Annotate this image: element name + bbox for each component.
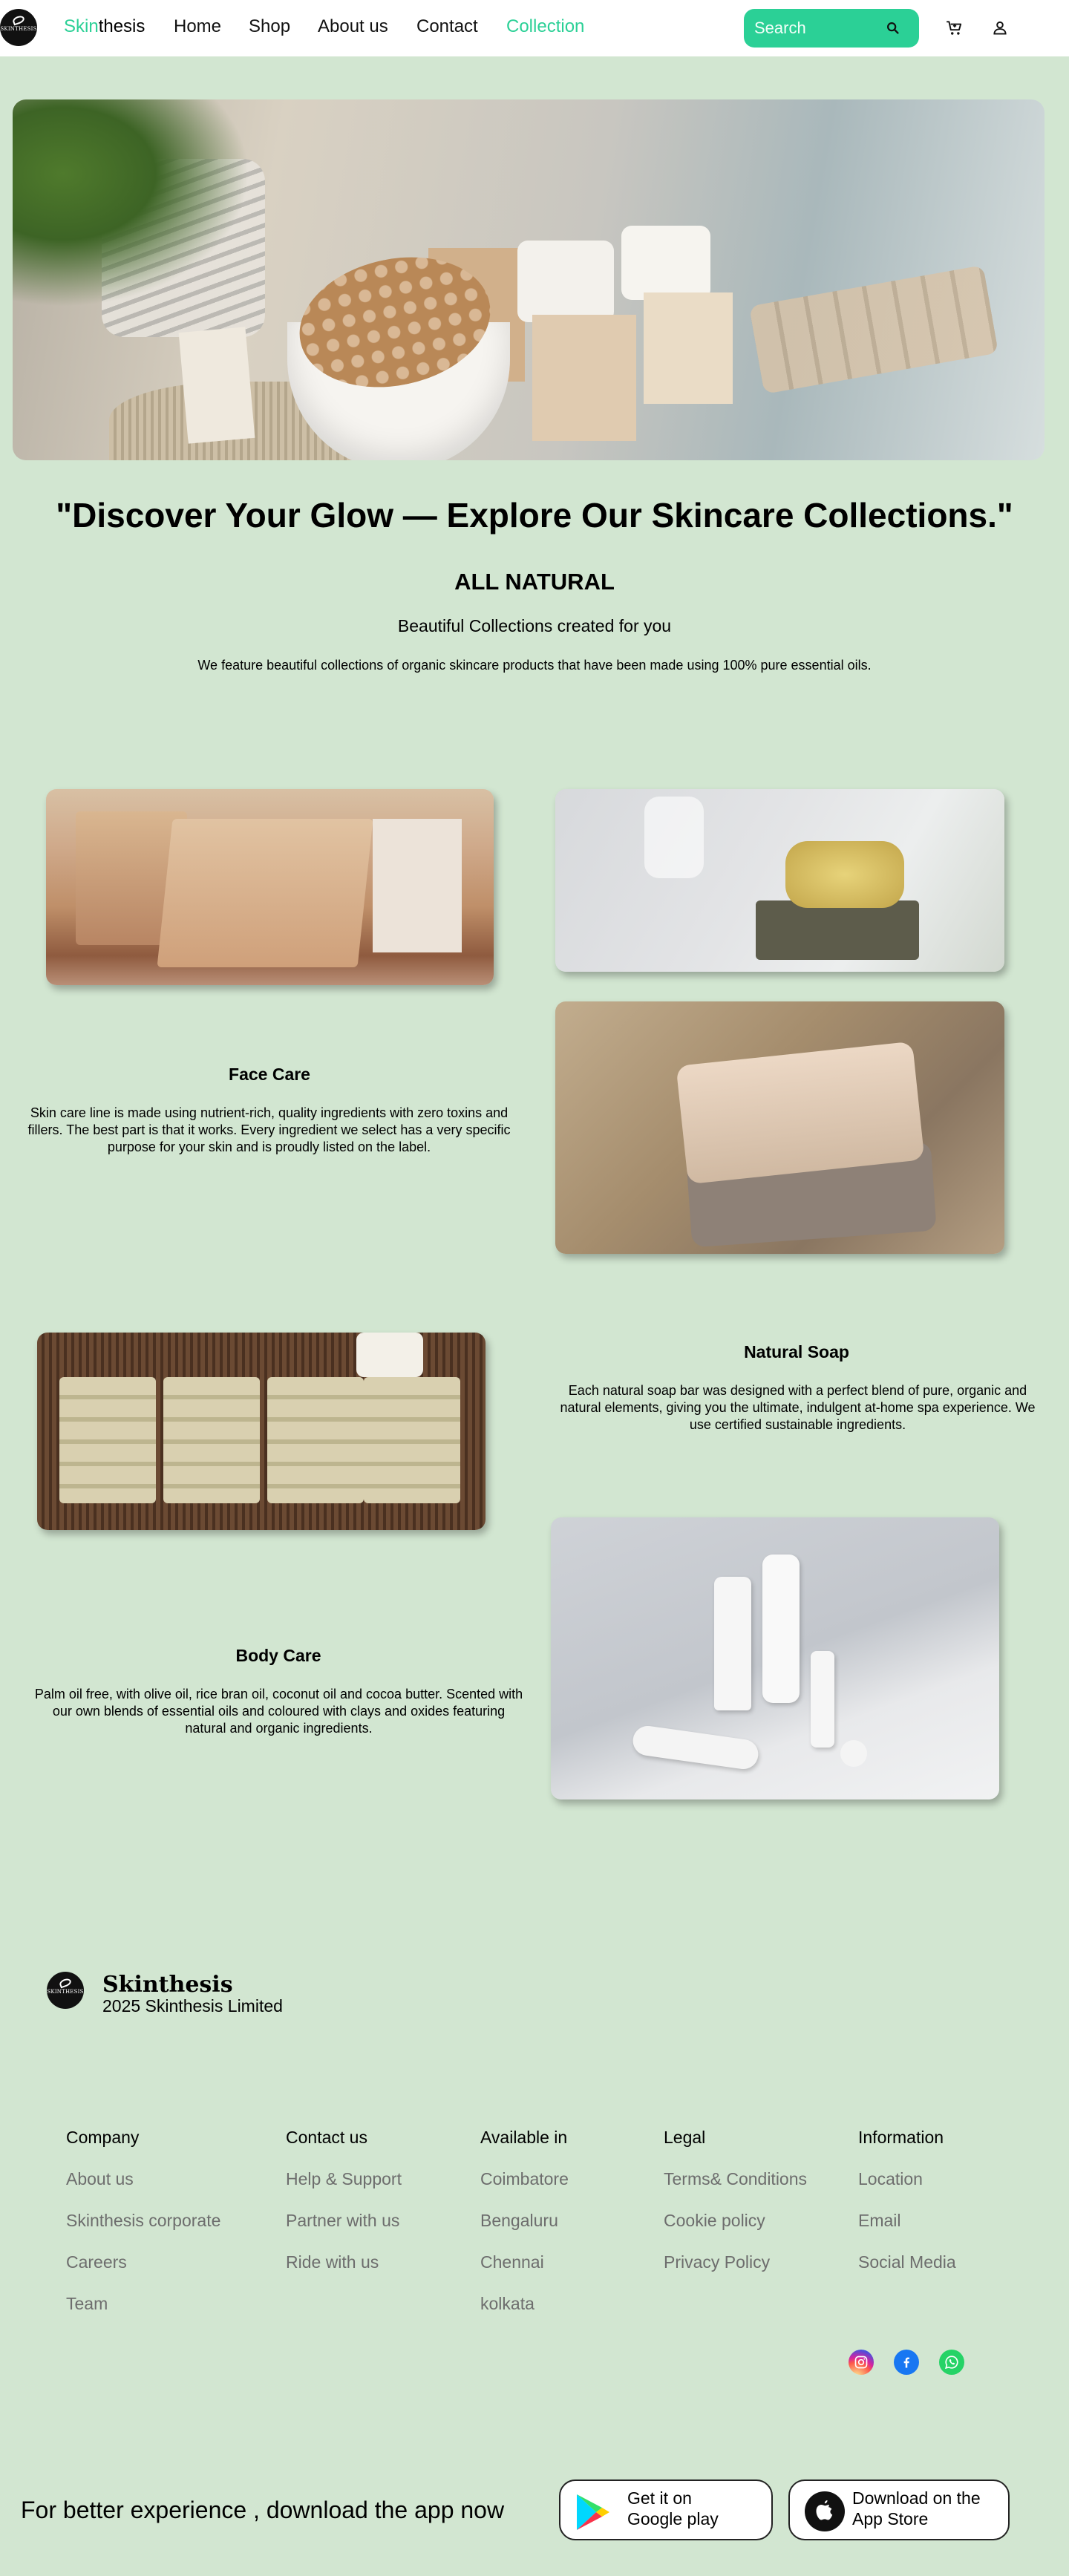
footer-brand-name: Skinthesis bbox=[102, 1972, 233, 1998]
footer-heading-available: Available in bbox=[480, 2128, 568, 2147]
top-navbar: SKINTHESIS Skinthesis Home Shop About us… bbox=[0, 0, 1069, 56]
brand-name-accent: Skin bbox=[64, 16, 99, 36]
user-icon[interactable] bbox=[990, 19, 1010, 38]
face-care-description: Skin care line is made using nutrient-ri… bbox=[27, 1105, 511, 1154]
footer-link-corporate[interactable]: Skinthesis corporate bbox=[66, 2211, 220, 2231]
footer-heading-contact: Contact us bbox=[286, 2128, 367, 2147]
footer-link-email[interactable]: Email bbox=[858, 2211, 901, 2231]
footer-link-careers[interactable]: Careers bbox=[66, 2252, 127, 2272]
footer-link-bengaluru[interactable]: Bengaluru bbox=[480, 2211, 558, 2231]
body-care-title: Body Care bbox=[235, 1646, 321, 1665]
app-store-name: App Store bbox=[852, 2509, 929, 2528]
body-care-bottles-image bbox=[551, 1517, 999, 1799]
footer-link-cookie[interactable]: Cookie policy bbox=[664, 2211, 765, 2231]
footer-logo-text: SKINTHESIS bbox=[47, 1989, 84, 1995]
nav-link-about[interactable]: About us bbox=[318, 16, 388, 37]
leaf-icon bbox=[58, 1977, 73, 1989]
footer-link-terms[interactable]: Terms& Conditions bbox=[664, 2169, 807, 2189]
google-play-caption: Get it on bbox=[627, 2488, 692, 2508]
hero-tagline: "Discover Your Glow — Explore Our Skinca… bbox=[56, 496, 1013, 535]
face-care-title: Face Care bbox=[229, 1065, 310, 1084]
section-heading: ALL NATURAL bbox=[454, 569, 615, 595]
search-bar bbox=[744, 9, 919, 48]
footer-link-social-media[interactable]: Social Media bbox=[858, 2252, 956, 2272]
whatsapp-icon[interactable] bbox=[939, 2350, 964, 2375]
footer-link-team[interactable]: Team bbox=[66, 2294, 108, 2314]
footer-heading-company: Company bbox=[66, 2128, 140, 2147]
search-input[interactable] bbox=[754, 16, 880, 40]
footer-link-chennai[interactable]: Chennai bbox=[480, 2252, 544, 2272]
footer-heading-information: Information bbox=[858, 2128, 944, 2147]
footer-link-partner[interactable]: Partner with us bbox=[286, 2211, 399, 2231]
facebook-icon[interactable] bbox=[894, 2350, 919, 2375]
footer-heading-legal: Legal bbox=[664, 2128, 706, 2147]
footer-link-privacy[interactable]: Privacy Policy bbox=[664, 2252, 770, 2272]
footer-logo[interactable]: SKINTHESIS bbox=[47, 1972, 84, 2009]
footer-link-help-support[interactable]: Help & Support bbox=[286, 2169, 402, 2189]
app-store-caption: Download on the bbox=[852, 2488, 981, 2508]
nav-link-shop[interactable]: Shop bbox=[249, 16, 290, 37]
brand-name[interactable]: Skinthesis bbox=[64, 16, 145, 37]
leaf-icon bbox=[11, 14, 26, 26]
logo-text: SKINTHESIS bbox=[0, 26, 37, 32]
google-play-button[interactable]: Get it on Google play bbox=[559, 2479, 773, 2540]
nav-link-home[interactable]: Home bbox=[174, 16, 221, 37]
google-play-store-name: Google play bbox=[627, 2509, 719, 2528]
glycerin-soap-image bbox=[555, 789, 1004, 972]
search-icon[interactable] bbox=[885, 20, 901, 36]
soap-stacks-image bbox=[37, 1333, 486, 1530]
section-subheading: Beautiful Collections created for you bbox=[397, 616, 672, 635]
body-care-description: Palm oil free, with olive oil, rice bran… bbox=[34, 1687, 523, 1736]
nav-link-contact[interactable]: Contact bbox=[416, 16, 478, 37]
app-store-button[interactable]: Download on the App Store bbox=[788, 2479, 1010, 2540]
section-description: We feature beautiful collections of orga… bbox=[197, 658, 872, 673]
soap-bars-image bbox=[46, 789, 494, 985]
nav-link-collection[interactable]: Collection bbox=[506, 16, 584, 37]
hero-banner-image bbox=[13, 99, 1045, 460]
footer-link-kolkata[interactable]: kolkata bbox=[480, 2294, 534, 2314]
footer-link-coimbatore[interactable]: Coimbatore bbox=[480, 2169, 569, 2189]
footer-link-ride[interactable]: Ride with us bbox=[286, 2252, 379, 2272]
natural-soap-title: Natural Soap bbox=[744, 1342, 849, 1361]
footer-link-about-us[interactable]: About us bbox=[66, 2169, 134, 2189]
google-play-icon bbox=[577, 2494, 609, 2530]
footer-link-location[interactable]: Location bbox=[858, 2169, 923, 2189]
footer-copyright: 2025 Skinthesis Limited bbox=[102, 1996, 283, 2016]
brand-logo[interactable]: SKINTHESIS bbox=[0, 9, 37, 46]
cart-icon[interactable] bbox=[945, 19, 964, 38]
oat-soap-image bbox=[555, 1001, 1004, 1254]
brand-name-rest: thesis bbox=[98, 16, 146, 36]
download-app-prompt: For better experience , download the app… bbox=[21, 2497, 505, 2523]
instagram-icon[interactable] bbox=[849, 2350, 874, 2375]
app-store-icon bbox=[805, 2491, 845, 2531]
natural-soap-description: Each natural soap bar was designed with … bbox=[560, 1383, 1036, 1432]
